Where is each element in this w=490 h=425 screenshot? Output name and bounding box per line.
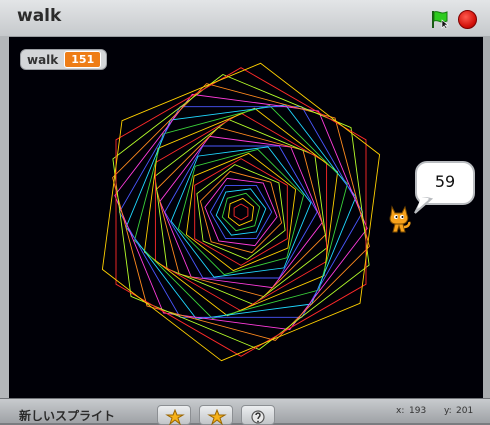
pen-hexagon-stroke: [112, 73, 370, 351]
star-paint-icon: [165, 409, 185, 425]
choose-sprite-button[interactable]: [199, 405, 233, 425]
pen-hexagon-stroke: [155, 126, 327, 298]
stage-frame-right: [483, 36, 490, 398]
pen-hexagon-stroke: [154, 112, 328, 312]
variable-monitor[interactable]: walk 151: [20, 49, 108, 70]
title-bar: walk: [0, 0, 490, 37]
pen-hexagon-stroke: [154, 119, 328, 305]
pen-hexagon-stroke: [112, 83, 370, 341]
sprite-toolbar: 新しいスプライト x: 193 y: 201: [0, 398, 490, 425]
pen-hexagon-stroke: [170, 146, 312, 278]
stop-button[interactable]: [458, 10, 477, 29]
project-title: walk: [17, 6, 62, 26]
pen-hexagon-stroke: [209, 184, 273, 240]
stage[interactable]: walk 151 59: [9, 37, 483, 398]
mouse-x-value: 193: [409, 406, 427, 416]
pen-hexagon-stroke: [204, 177, 278, 247]
paint-new-sprite-button[interactable]: [157, 405, 191, 425]
green-flag-icon[interactable]: [430, 9, 450, 29]
question-sprite-icon: [251, 410, 265, 424]
speech-bubble-tail: [414, 197, 433, 214]
variable-value: 151: [64, 51, 102, 68]
pen-hexagon-stroke: [133, 104, 349, 320]
cat-sprite-icon[interactable]: [387, 205, 411, 235]
speech-text: 59: [434, 171, 456, 191]
pen-hexagon-stroke: [143, 107, 339, 317]
pen-hexagon-stroke: [227, 197, 255, 227]
mouse-x-label: x:: [396, 406, 405, 416]
stage-frame-left: [0, 36, 9, 398]
variable-name: walk: [27, 52, 59, 67]
surprise-sprite-button[interactable]: [241, 405, 275, 425]
pen-hexagon-stroke: [114, 93, 368, 331]
pen-hexagon-stroke: [233, 203, 249, 221]
pen-hexagon-stroke: [125, 104, 357, 320]
pen-hexagon-stroke: [199, 170, 283, 254]
pen-hexagon-stroke: [118, 106, 364, 318]
mouse-y-label: y:: [444, 406, 452, 416]
pen-spiral-drawing: [101, 62, 381, 362]
mouse-y-value: 201: [456, 406, 474, 416]
star-folder-icon: [207, 409, 227, 425]
new-sprite-label: 新しいスプライト: [19, 409, 116, 421]
pen-hexagon-stroke: [101, 62, 381, 362]
